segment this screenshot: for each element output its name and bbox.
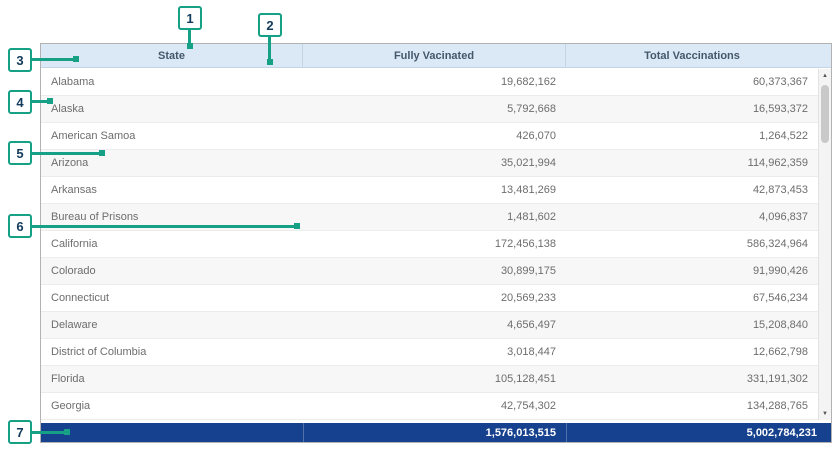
fully-vaccinated-cell: 20,569,233 [303, 285, 566, 311]
fully-vaccinated-cell: 35,021,994 [303, 150, 566, 176]
scroll-up-icon[interactable]: ▲ [819, 69, 831, 82]
callout-4-dot [47, 98, 53, 104]
callout-2-dot [267, 59, 273, 65]
total-vaccinations-cell: 12,662,798 [566, 339, 818, 365]
total-vaccinations-cell: 91,990,426 [566, 258, 818, 284]
table-row[interactable]: Connecticut20,569,23367,546,234 [41, 285, 818, 312]
fully-vaccinated-cell: 426,070 [303, 123, 566, 149]
table-row[interactable]: Arizona35,021,994114,962,359 [41, 150, 818, 177]
table-row[interactable]: California172,456,138586,324,964 [41, 231, 818, 258]
callout-1: 1 [178, 6, 202, 30]
fully-vaccinated-cell: 30,899,175 [303, 258, 566, 284]
total-vaccinations-cell: 1,264,522 [566, 123, 818, 149]
column-header-total-vaccinations[interactable]: Total Vaccinations [566, 44, 818, 67]
total-vaccinations-cell: 67,546,234 [566, 285, 818, 311]
summary-fully-vaccinated-cell: 1,576,013,515 [303, 423, 566, 442]
callout-3: 3 [8, 48, 32, 72]
callout-5-dot [99, 150, 105, 156]
table-row[interactable]: Delaware4,656,49715,208,840 [41, 312, 818, 339]
callout-7: 7 [8, 420, 32, 444]
fully-vaccinated-cell: 13,481,269 [303, 177, 566, 203]
total-vaccinations-cell: 60,373,367 [566, 69, 818, 95]
fully-vaccinated-cell: 5,792,668 [303, 96, 566, 122]
callout-7-line [32, 431, 67, 434]
callout-1-dot [187, 43, 193, 49]
callout-3-line [32, 58, 76, 61]
state-cell: Alaska [41, 96, 303, 122]
column-header-state[interactable]: State [41, 44, 303, 67]
total-vaccinations-cell: 16,593,372 [566, 96, 818, 122]
callout-5-line [32, 152, 102, 155]
total-vaccinations-cell: 114,962,359 [566, 150, 818, 176]
table-body: Alabama19,682,16260,373,367Alaska5,792,6… [41, 69, 818, 420]
table-row[interactable]: Colorado30,899,17591,990,426 [41, 258, 818, 285]
state-cell: Arkansas [41, 177, 303, 203]
state-cell: Connecticut [41, 285, 303, 311]
state-cell: Colorado [41, 258, 303, 284]
total-vaccinations-cell: 15,208,840 [566, 312, 818, 338]
table-row[interactable]: Alaska5,792,66816,593,372 [41, 96, 818, 123]
table-row[interactable]: Georgia42,754,302134,288,765 [41, 393, 818, 420]
callout-3-dot [73, 56, 79, 62]
table-header-row: State Fully Vacinated Total Vaccinations [41, 44, 831, 68]
callout-4: 4 [8, 90, 32, 114]
total-vaccinations-cell: 4,096,837 [566, 204, 818, 230]
fully-vaccinated-cell: 172,456,138 [303, 231, 566, 257]
summary-state-cell [41, 423, 303, 442]
callout-2: 2 [258, 13, 282, 37]
total-vaccinations-cell: 586,324,964 [566, 231, 818, 257]
table-row[interactable]: Alabama19,682,16260,373,367 [41, 69, 818, 96]
scroll-down-icon[interactable]: ▼ [819, 407, 831, 420]
summary-row: 1,576,013,515 5,002,784,231 [41, 423, 831, 442]
fully-vaccinated-cell: 105,128,451 [303, 366, 566, 392]
total-vaccinations-cell: 42,873,453 [566, 177, 818, 203]
callout-7-dot [64, 429, 70, 435]
state-cell: American Samoa [41, 123, 303, 149]
callout-6-line [32, 225, 297, 228]
state-cell: Georgia [41, 393, 303, 419]
vaccination-table: State Fully Vacinated Total Vaccinations… [40, 43, 832, 443]
state-cell: California [41, 231, 303, 257]
table-row[interactable]: American Samoa426,0701,264,522 [41, 123, 818, 150]
scrollbar-thumb[interactable] [821, 85, 829, 143]
vertical-scrollbar[interactable]: ▲ ▼ [818, 69, 831, 420]
table-row[interactable]: Florida105,128,451331,191,302 [41, 366, 818, 393]
fully-vaccinated-cell: 4,656,497 [303, 312, 566, 338]
callout-6: 6 [8, 214, 32, 238]
state-cell: Florida [41, 366, 303, 392]
state-cell: District of Columbia [41, 339, 303, 365]
screenshot-stage: State Fully Vacinated Total Vaccinations… [0, 0, 833, 453]
table-row[interactable]: District of Columbia3,018,44712,662,798 [41, 339, 818, 366]
total-vaccinations-cell: 134,288,765 [566, 393, 818, 419]
fully-vaccinated-cell: 1,481,602 [303, 204, 566, 230]
fully-vaccinated-cell: 19,682,162 [303, 69, 566, 95]
table-row[interactable]: Arkansas13,481,26942,873,453 [41, 177, 818, 204]
callout-6-dot [294, 223, 300, 229]
summary-total-vaccinations-cell: 5,002,784,231 [566, 423, 831, 442]
callout-5: 5 [8, 141, 32, 165]
state-cell: Delaware [41, 312, 303, 338]
fully-vaccinated-cell: 42,754,302 [303, 393, 566, 419]
fully-vaccinated-cell: 3,018,447 [303, 339, 566, 365]
total-vaccinations-cell: 331,191,302 [566, 366, 818, 392]
column-header-fully-vaccinated[interactable]: Fully Vacinated [303, 44, 566, 67]
state-cell: Alabama [41, 69, 303, 95]
